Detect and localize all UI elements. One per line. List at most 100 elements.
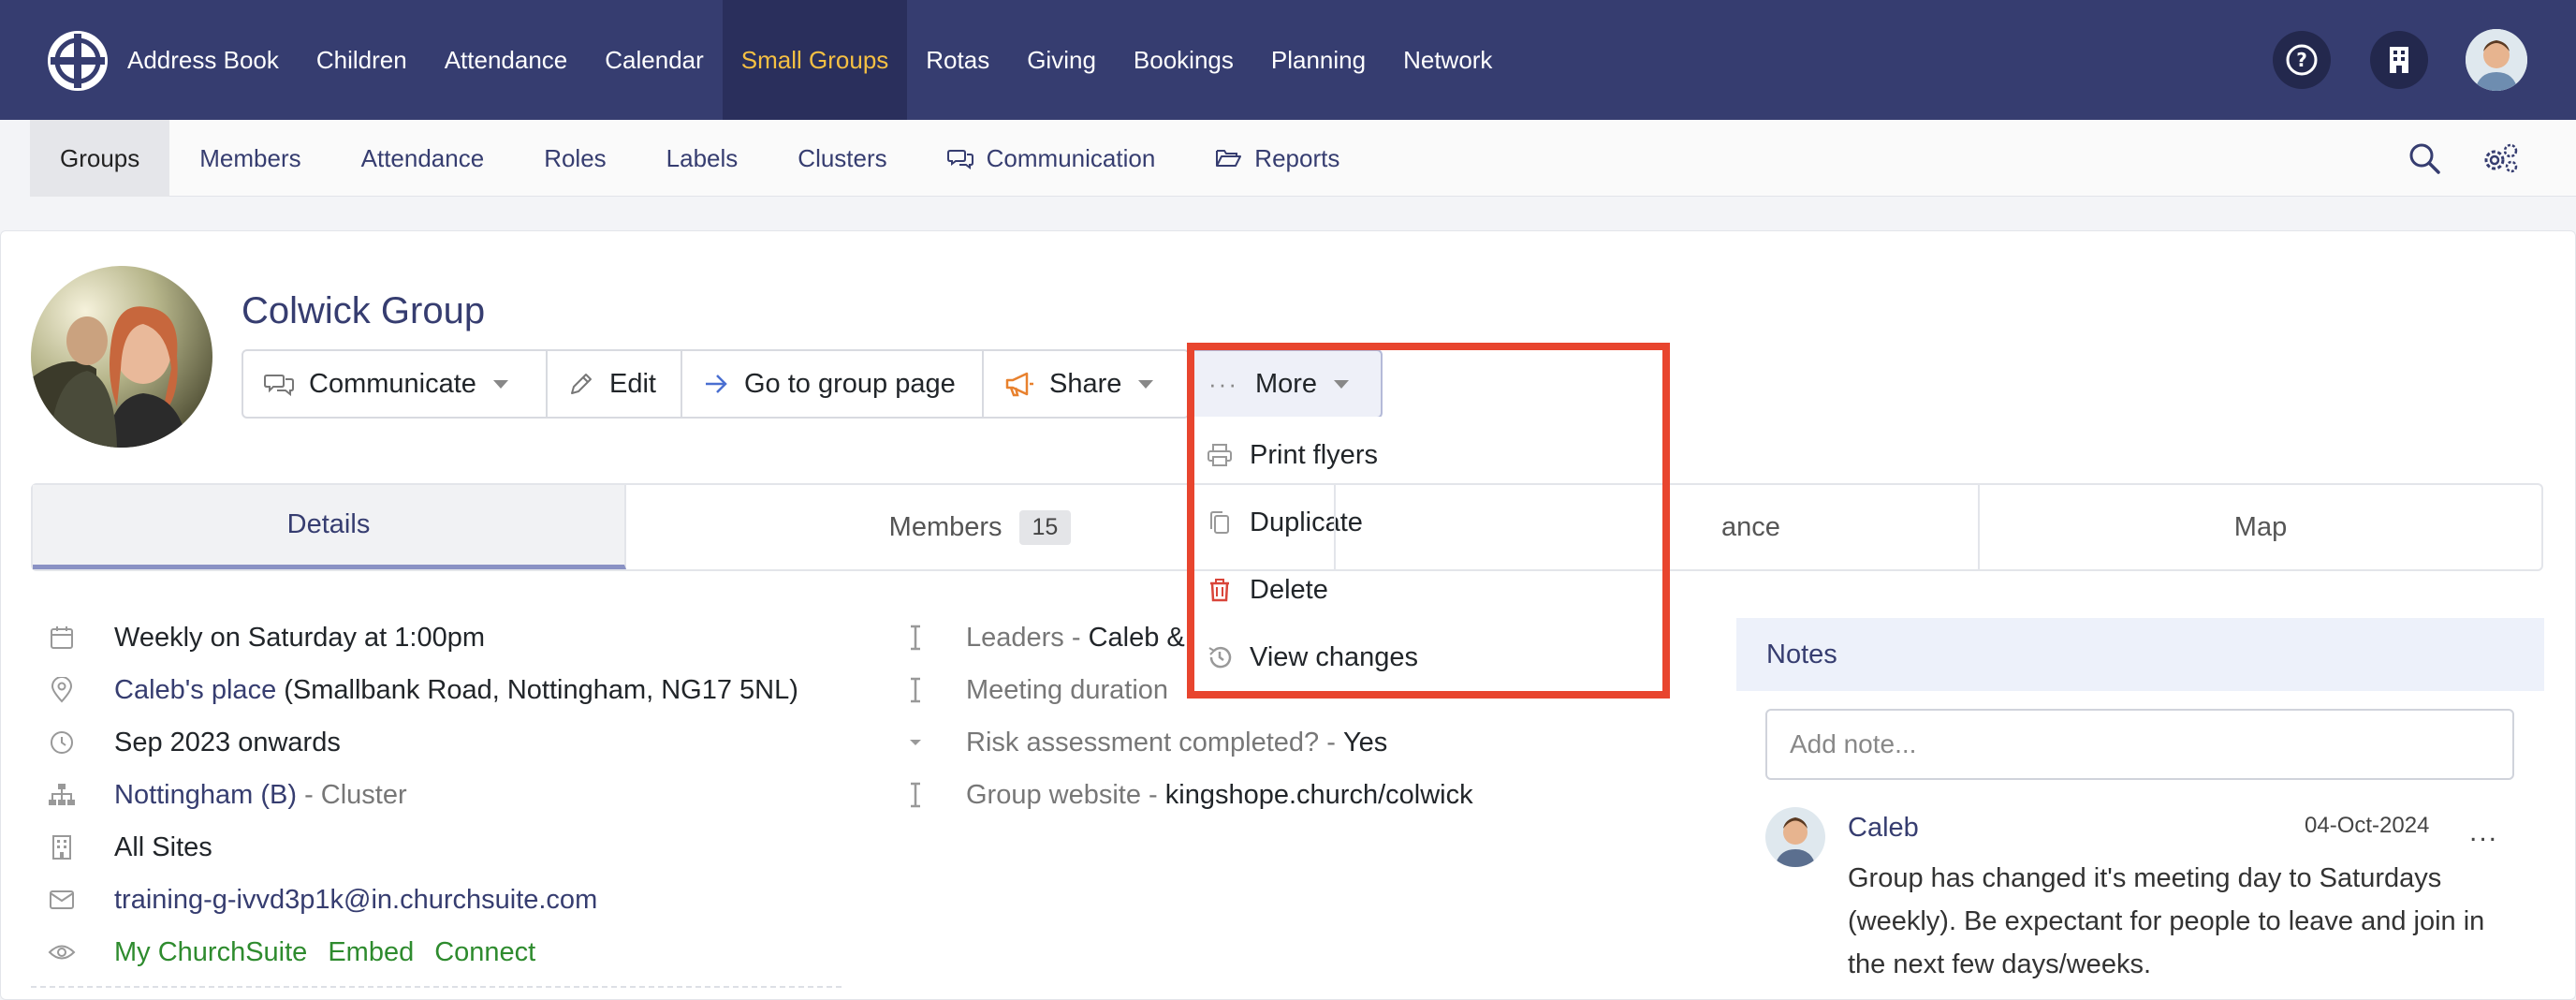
calendar-icon [47,623,77,653]
risk-assessment-row: Risk assessment completed? - Yes [900,724,1387,761]
chevron-down-icon [492,379,508,389]
note-author[interactable]: Caleb [1848,813,1919,844]
divider [31,986,842,988]
visibility-embed: Embed [328,936,415,967]
chat-icon [946,150,973,169]
megaphone-icon [1005,372,1033,397]
go-to-group-page-label: Go to group page [744,368,956,399]
text-cursor-icon [900,675,930,705]
highlight-box [1187,343,1670,699]
arrow-right-icon [706,375,727,393]
nav-network[interactable]: Network [1384,0,1511,120]
add-note-input[interactable]: Add note... [1765,709,2514,780]
leaders-value: Caleb & [1088,622,1185,653]
group-website-value: kingshope.church/colwick [1164,779,1473,810]
group-website-label: Group website - [966,779,1165,810]
nav-address-book[interactable]: Address Book [109,0,298,120]
nav-planning[interactable]: Planning [1252,0,1384,120]
top-navigation: Address Book Children Attendance Calenda… [0,0,2576,120]
visibility-connect: Connect [434,936,536,967]
text-cursor-icon [900,780,930,810]
sites-row: All Sites [47,829,212,866]
cluster-suffix: - Cluster [297,779,407,810]
note-options-icon[interactable]: ... [2469,816,2498,848]
note-date: 04-Oct-2024 [2305,813,2430,838]
envelope-icon [47,885,77,915]
group-action-bar: Communicate Edit Go to group page Share [242,349,1190,419]
tab-members-label: Members [888,511,1003,542]
group-photo [31,266,212,448]
nav-giving[interactable]: Giving [1008,0,1115,120]
note-author-avatar [1765,807,1825,867]
chat-icon [264,375,294,397]
subnav-roles[interactable]: Roles [514,120,636,197]
page-title: Colwick Group [242,290,486,331]
subnav-groups[interactable]: Groups [30,120,170,197]
cluster-link[interactable]: Nottingham (B) [114,780,297,811]
tab-details[interactable]: Details [33,485,626,569]
notes-heading: Notes [1736,618,2544,691]
visibility-row: My ChurchSuite Embed Connect [47,934,535,971]
start-text: Sep 2023 onwards [114,727,341,757]
email-row: training-g-ivvd3p1k@in.churchsuite.com [47,881,597,919]
settings-gears-icon[interactable] [2481,120,2520,197]
subnav-labels[interactable]: Labels [637,120,768,197]
group-website-row: Group website - kingshope.church/colwick [900,776,1473,814]
churchsuite-logo-icon[interactable] [45,28,110,94]
schedule-row: Weekly on Saturday at 1:00pm [47,619,485,656]
folder-open-icon [1216,150,1242,167]
sub-navigation: Groups Members Attendance Roles Labels C… [30,120,2576,197]
tab-map[interactable]: Map [1980,485,2541,569]
top-nav-items: Address Book Children Attendance Calenda… [109,0,1511,120]
edit-label: Edit [609,368,656,399]
start-row: Sep 2023 onwards [47,724,341,761]
meeting-duration-label: Meeting duration [966,674,1169,705]
add-note-placeholder: Add note... [1790,729,1917,758]
location-address: (Smallbank Road, Nottingham, NG17 5NL) [276,674,798,705]
building-icon[interactable] [2370,31,2428,89]
email-link[interactable]: training-g-ivvd3p1k@in.churchsuite.com [114,885,597,916]
nav-bookings[interactable]: Bookings [1115,0,1252,120]
communicate-button[interactable]: Communicate [243,351,548,417]
subnav-clusters[interactable]: Clusters [768,120,916,197]
edit-button[interactable]: Edit [548,351,682,417]
nav-attendance[interactable]: Attendance [426,0,587,120]
subnav-communication-label: Communication [986,143,1156,172]
subnav-attendance[interactable]: Attendance [331,120,515,197]
tab-details-label: Details [286,509,371,539]
notes-heading-label: Notes [1766,639,1837,669]
go-to-group-page-button[interactable]: Go to group page [682,351,984,417]
meeting-duration-row: Meeting duration [900,671,1168,709]
subnav-reports[interactable]: Reports [1185,120,1369,197]
nav-rotas[interactable]: Rotas [907,0,1008,120]
cluster-row: Nottingham (B) - Cluster [47,776,407,814]
location-row: Caleb's place (Smallbank Road, Nottingha… [47,671,798,709]
subnav-reports-label: Reports [1254,143,1340,172]
map-pin-icon [47,675,77,705]
share-button[interactable]: Share [984,351,1188,417]
svg-text:?: ? [2296,49,2307,71]
schedule-text: Weekly on Saturday at 1:00pm [114,622,486,653]
sites-text: All Sites [114,831,212,862]
tab-map-label: Map [2233,511,2288,542]
text-cursor-icon [900,623,930,653]
pencil-icon [571,374,592,394]
visibility-my-churchsuite: My ChurchSuite [114,936,308,967]
eye-icon [47,937,77,967]
subnav-members[interactable]: Members [169,120,330,197]
user-avatar[interactable] [2466,29,2527,91]
building-icon [47,832,77,862]
leaders-row: Leaders - Caleb & [900,619,1185,656]
clock-icon [47,728,77,757]
sitemap-icon [47,780,77,810]
subnav-communication[interactable]: Communication [917,120,1186,197]
nav-small-groups[interactable]: Small Groups [722,0,908,120]
share-label: Share [1049,368,1122,399]
location-link[interactable]: Caleb's place [114,675,276,706]
nav-calendar[interactable]: Calendar [586,0,723,120]
note-text: Group has changed it's meeting day to Sa… [1848,863,2485,979]
search-icon[interactable] [2408,120,2441,197]
help-icon[interactable]: ? [2273,31,2331,89]
nav-children[interactable]: Children [298,0,426,120]
leaders-label: Leaders - [966,622,1089,653]
